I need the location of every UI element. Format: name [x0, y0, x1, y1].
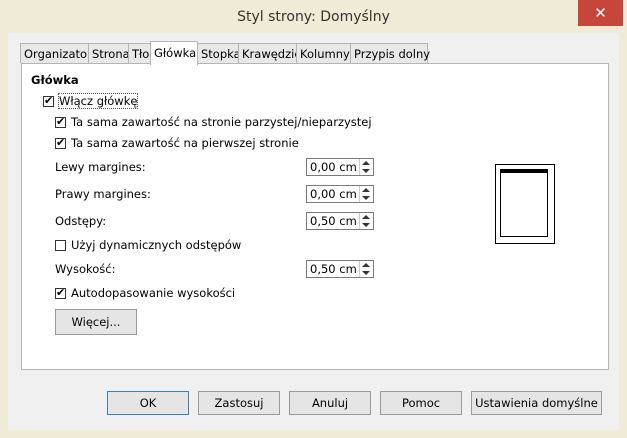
- height-label: Wysokość:: [55, 262, 116, 276]
- apply-button[interactable]: Zastosuj: [198, 391, 280, 415]
- dialog-body: Organizator Strona Tło Główka Stopka Kra…: [8, 33, 619, 430]
- height-spinbox[interactable]: 0,50 cm: [306, 260, 374, 278]
- spin-up-icon[interactable]: [362, 215, 370, 219]
- tab-krawedzie[interactable]: Krawędzie: [238, 43, 301, 63]
- same-odd-even-checkbox[interactable]: Ta sama zawartość na stronie parzystej/n…: [55, 115, 372, 129]
- right-margin-label: Prawy margines:: [55, 187, 151, 201]
- spin-up-icon[interactable]: [362, 188, 370, 192]
- title-bar: Styl strony: Domyślny ✕: [0, 0, 627, 33]
- spin-down-icon[interactable]: [362, 271, 370, 275]
- same-first-page-checkbox[interactable]: Ta sama zawartość na pierwszej stronie: [55, 136, 299, 150]
- height-value[interactable]: 0,50 cm: [310, 262, 357, 276]
- spacing-label: Odstępy:: [55, 214, 107, 228]
- preview-page-icon: [500, 169, 548, 237]
- right-margin-value[interactable]: 0,00 cm: [310, 187, 357, 201]
- autofit-label: Autodopasowanie wysokości: [71, 286, 236, 300]
- reset-defaults-button[interactable]: Ustawienia domyślne: [471, 391, 602, 415]
- same-odd-even-label: Ta sama zawartość na stronie parzystej/n…: [71, 115, 372, 129]
- header-settings-panel: Główka Włącz główkę Ta sama zawartość na…: [21, 63, 609, 370]
- tab-przypis-dolny[interactable]: Przypis dolny: [350, 43, 430, 63]
- preview-header-bar: [501, 170, 547, 173]
- dynamic-spacing-checkbox[interactable]: Użyj dynamicznych odstępów: [55, 238, 241, 252]
- spin-arrows[interactable]: [359, 186, 373, 202]
- checkbox-checked-icon[interactable]: [43, 94, 54, 107]
- ok-button[interactable]: OK: [107, 391, 189, 415]
- same-first-page-label: Ta sama zawartość na pierwszej stronie: [71, 136, 299, 150]
- checkbox-checked-icon[interactable]: [55, 286, 66, 299]
- enable-header-label: Włącz główkę: [57, 93, 139, 109]
- more-button[interactable]: Więcej...: [55, 309, 137, 335]
- tab-glowka[interactable]: Główka: [150, 41, 198, 65]
- left-margin-label: Lewy margines:: [55, 160, 146, 174]
- spin-arrows[interactable]: [359, 159, 373, 175]
- cancel-button[interactable]: Anuluj: [289, 391, 371, 415]
- right-margin-spinbox[interactable]: 0,00 cm: [306, 185, 374, 203]
- checkbox-checked-icon[interactable]: [55, 115, 66, 128]
- header-preview: [495, 164, 555, 244]
- left-margin-spinbox[interactable]: 0,00 cm: [306, 158, 374, 176]
- tab-kolumny[interactable]: Kolumny: [296, 43, 351, 63]
- spacing-spinbox[interactable]: 0,50 cm: [306, 212, 374, 230]
- tab-strona[interactable]: Strona: [88, 43, 130, 63]
- spin-arrows[interactable]: [359, 261, 373, 277]
- tab-tlo[interactable]: Tło: [128, 43, 151, 63]
- close-button[interactable]: ✕: [578, 0, 623, 26]
- autofit-checkbox[interactable]: Autodopasowanie wysokości: [55, 286, 235, 300]
- spin-up-icon[interactable]: [362, 263, 370, 267]
- spin-arrows[interactable]: [359, 213, 373, 229]
- left-margin-value[interactable]: 0,00 cm: [310, 160, 357, 174]
- window-title: Styl strony: Domyślny: [237, 9, 390, 25]
- close-icon: ✕: [594, 4, 607, 22]
- help-button[interactable]: Pomoc: [380, 391, 462, 415]
- spin-down-icon[interactable]: [362, 223, 370, 227]
- spin-down-icon[interactable]: [362, 169, 370, 173]
- enable-header-checkbox[interactable]: Włącz główkę: [43, 93, 139, 109]
- checkbox-unchecked-icon[interactable]: [55, 239, 66, 251]
- spacing-value[interactable]: 0,50 cm: [310, 214, 357, 228]
- spin-up-icon[interactable]: [362, 161, 370, 165]
- dynamic-spacing-label: Użyj dynamicznych odstępów: [71, 238, 242, 252]
- spin-down-icon[interactable]: [362, 196, 370, 200]
- tab-stopka[interactable]: Stopka: [197, 43, 241, 63]
- checkbox-checked-icon[interactable]: [55, 136, 66, 149]
- tab-organizator[interactable]: Organizator: [20, 43, 92, 63]
- section-title: Główka: [31, 73, 79, 87]
